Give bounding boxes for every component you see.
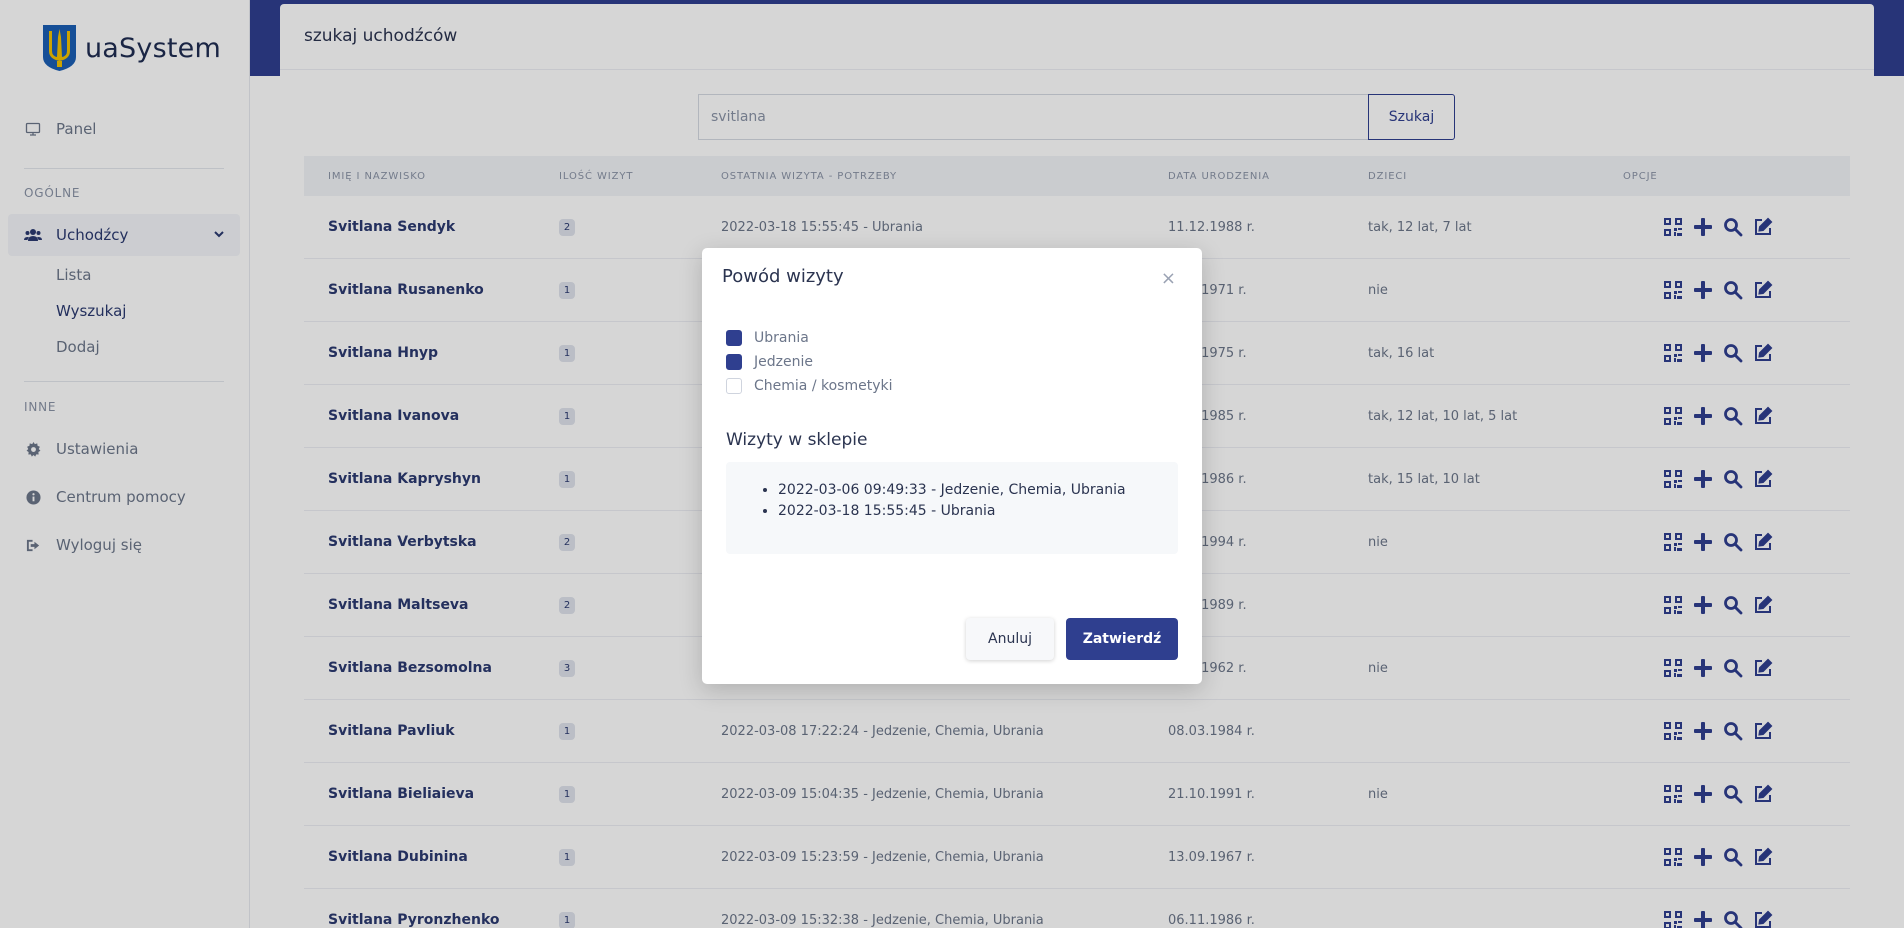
checkbox-chemicals[interactable]: Chemia / kosmetyki xyxy=(726,378,892,394)
confirm-button[interactable]: Zatwierdź xyxy=(1066,618,1178,660)
list-item: 2022-03-18 15:55:45 - Ubrania xyxy=(778,501,1178,522)
checkbox-clothes[interactable]: Ubrania xyxy=(726,330,809,346)
checkbox-box[interactable] xyxy=(726,378,742,394)
checkbox-label: Jedzenie xyxy=(754,354,813,370)
cancel-button[interactable]: Anuluj xyxy=(966,618,1054,660)
checkbox-food[interactable]: Jedzenie xyxy=(726,354,813,370)
visit-reason-modal: Powód wizyty × Ubrania Jedzenie Chemia /… xyxy=(702,248,1202,684)
checkbox-box[interactable] xyxy=(726,330,742,346)
checkbox-box[interactable] xyxy=(726,354,742,370)
checkbox-label: Ubrania xyxy=(754,330,809,346)
close-icon[interactable]: × xyxy=(1161,270,1176,288)
store-visits-list: 2022-03-06 09:49:33 - Jedzenie, Chemia, … xyxy=(726,462,1178,554)
list-item: 2022-03-06 09:49:33 - Jedzenie, Chemia, … xyxy=(778,480,1178,501)
modal-title: Powód wizyty xyxy=(722,266,844,287)
checkbox-label: Chemia / kosmetyki xyxy=(754,378,893,394)
store-visits-title: Wizyty w sklepie xyxy=(726,430,868,450)
